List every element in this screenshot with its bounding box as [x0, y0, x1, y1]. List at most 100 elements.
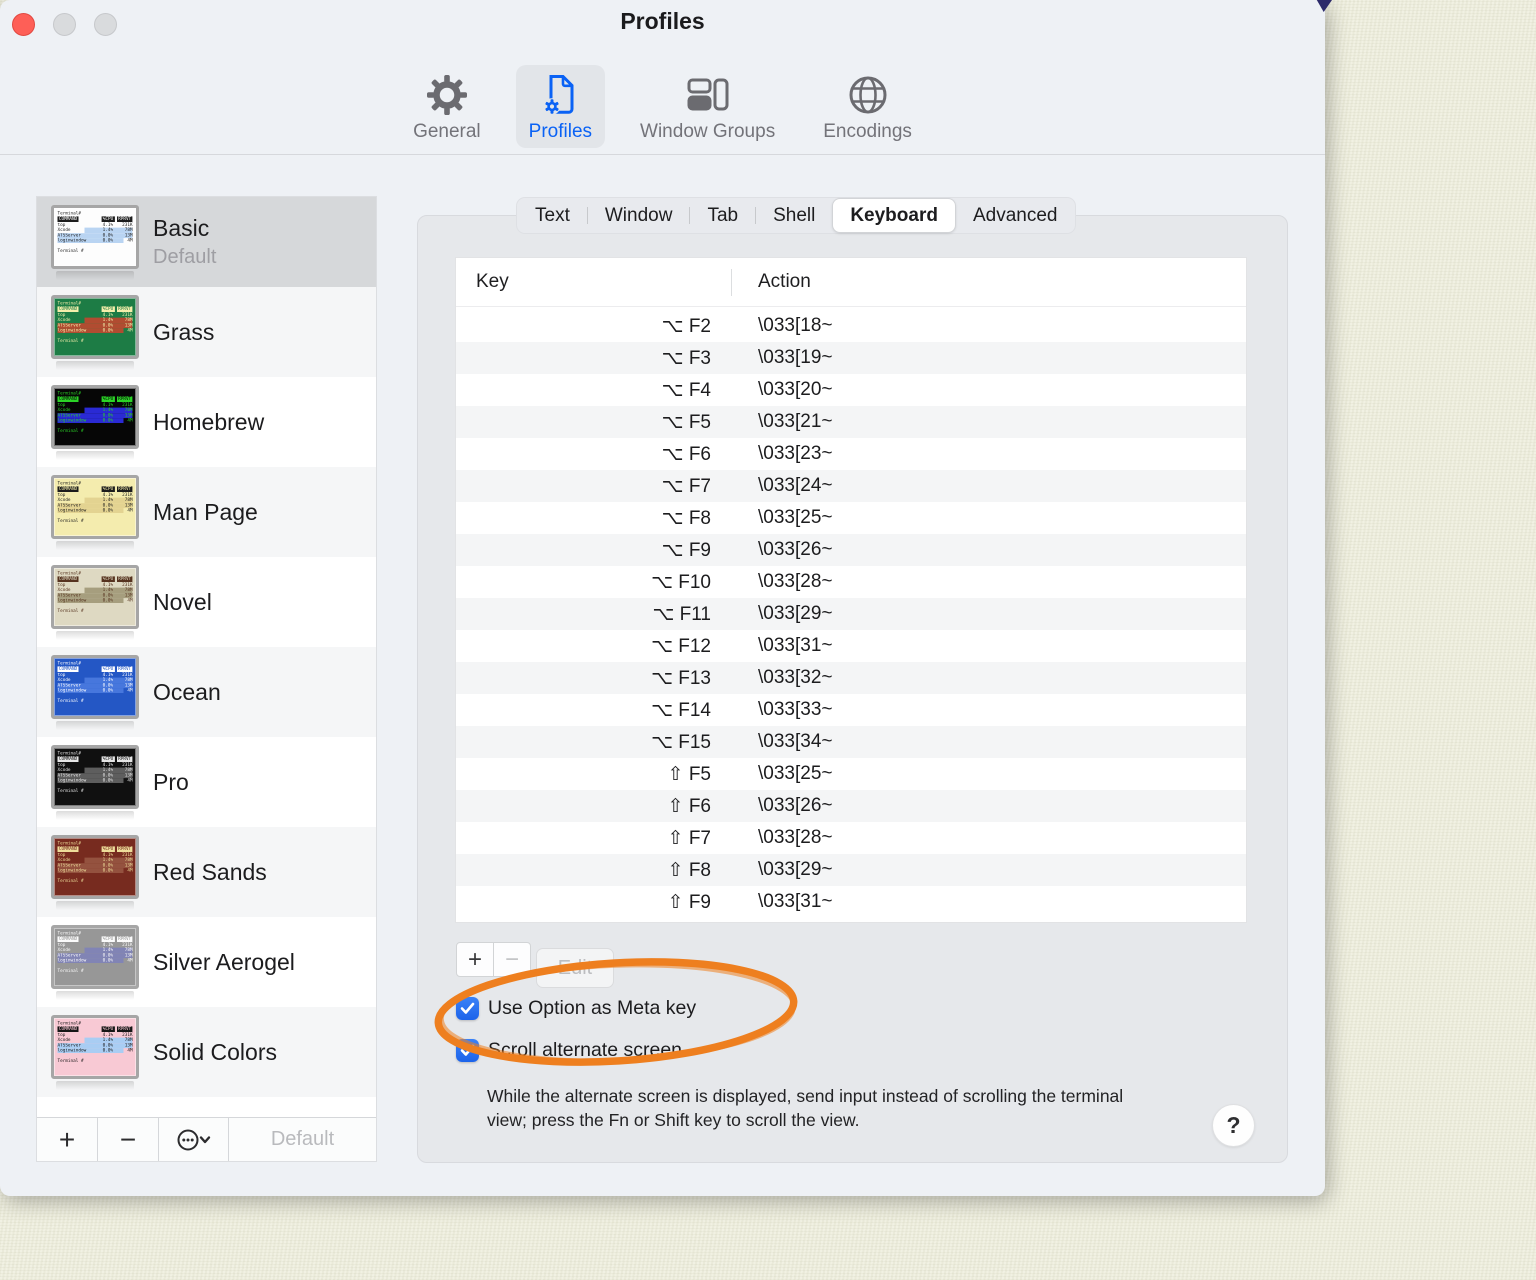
- key-cell: ⇧ F9: [667, 891, 711, 913]
- ellipsis-circle-chevron-icon: [177, 1129, 210, 1150]
- set-default-button[interactable]: Default: [229, 1118, 376, 1161]
- help-button[interactable]: ?: [1213, 1105, 1254, 1146]
- table-row[interactable]: ⇧ F9 \033[31~: [456, 886, 1246, 918]
- use-option-as-meta-checkbox[interactable]: [456, 997, 479, 1020]
- key-cell: ⌥ F10: [651, 571, 711, 593]
- toolbar-item-profiles[interactable]: Profiles: [515, 65, 606, 148]
- table-row[interactable]: ⌥ F2 \033[18~: [456, 310, 1246, 342]
- tab-keyboard[interactable]: Keyboard: [833, 199, 955, 232]
- profile-name: Grass: [153, 318, 215, 345]
- action-cell: \033[26~: [758, 795, 833, 816]
- toolbar-item-window-groups[interactable]: Window Groups: [627, 65, 788, 148]
- profile-thumbnail: Terminal# COMMAND %CPU RPRVT top 4.1% 231K X…: [51, 204, 139, 280]
- profile-list-item[interactable]: Terminal# COMMAND %CPU RPRVT top 4.1% 231K X…: [37, 377, 376, 467]
- action-cell: \033[34~: [758, 731, 833, 752]
- profile-name: Homebrew: [153, 408, 265, 435]
- action-column-header: Action: [758, 271, 811, 292]
- toolbar-item-general[interactable]: General: [400, 65, 494, 148]
- table-row[interactable]: ⌥ F12 \033[31~: [456, 630, 1246, 662]
- profile-name: Red Sands: [153, 858, 267, 885]
- table-row[interactable]: ⇧ F5 \033[25~: [456, 758, 1246, 790]
- table-row[interactable]: ⌥ F4 \033[20~: [456, 374, 1246, 406]
- keyboard-settings-panel: Key Action ⌥ F2 \033[18~ ⌥ F3 \033[19~ ⌥…: [417, 215, 1288, 1163]
- remove-key-button[interactable]: −: [493, 942, 531, 977]
- table-row[interactable]: ⌥ F15 \033[34~: [456, 726, 1246, 758]
- add-key-button[interactable]: +: [456, 942, 494, 977]
- profile-document-icon: [544, 75, 574, 115]
- preferences-toolbar: General Profiles Window Groups Encodings: [0, 65, 1325, 148]
- action-cell: \033[24~: [758, 475, 833, 496]
- key-cell: ⌥ F11: [652, 603, 711, 625]
- use-option-as-meta-row: Use Option as Meta key: [456, 997, 696, 1020]
- tab-window[interactable]: Window: [588, 199, 690, 232]
- action-cell: \033[21~: [758, 411, 833, 432]
- key-cell: ⌥ F2: [661, 315, 711, 337]
- use-option-as-meta-label: Use Option as Meta key: [488, 997, 697, 1019]
- table-row[interactable]: ⌥ F9 \033[26~: [456, 534, 1246, 566]
- action-cell: \033[25~: [758, 507, 833, 528]
- profile-list-item[interactable]: Terminal# COMMAND %CPU RPRVT top 4.1% 231K X…: [37, 827, 376, 917]
- profile-list-item[interactable]: Terminal# COMMAND %CPU RPRVT top 4.1% 231K X…: [37, 737, 376, 827]
- table-row[interactable]: ⌥ F10 \033[28~: [456, 566, 1246, 598]
- profile-thumbnail: Terminal# COMMAND %CPU RPRVT top 4.1% 231K X…: [51, 924, 139, 1000]
- table-row[interactable]: ⌥ F14 \033[33~: [456, 694, 1246, 726]
- action-cell: \033[31~: [758, 891, 833, 912]
- profile-default-badge: Default: [153, 246, 217, 268]
- profile-thumbnail: Terminal# COMMAND %CPU RPRVT top 4.1% 231K X…: [51, 654, 139, 730]
- window-title: Profiles: [620, 8, 705, 34]
- key-cell: ⇧ F7: [667, 827, 711, 849]
- key-cell: ⇧ F8: [667, 859, 711, 881]
- add-profile-button[interactable]: +: [37, 1118, 98, 1161]
- checkmark-icon: [460, 1002, 475, 1014]
- profile-list-item[interactable]: Terminal# COMMAND %CPU RPRVT top 4.1% 231K X…: [37, 1007, 376, 1097]
- profile-thumbnail: Terminal# COMMAND %CPU RPRVT top 4.1% 231K X…: [51, 1014, 139, 1090]
- scroll-alternate-screen-checkbox[interactable]: [456, 1039, 479, 1062]
- more-actions-button[interactable]: [159, 1118, 229, 1161]
- column-divider: [731, 269, 732, 296]
- profile-list-item[interactable]: Terminal# COMMAND %CPU RPRVT top 4.1% 231K X…: [37, 557, 376, 647]
- toolbar-item-encodings[interactable]: Encodings: [810, 65, 925, 148]
- key-cell: ⇧ F6: [667, 795, 711, 817]
- profile-name: Silver Aerogel: [153, 948, 295, 975]
- key-mappings-table: Key Action ⌥ F2 \033[18~ ⌥ F3 \033[19~ ⌥…: [456, 258, 1246, 922]
- action-cell: \033[29~: [758, 603, 833, 624]
- action-cell: \033[28~: [758, 571, 833, 592]
- profile-thumbnail: Terminal# COMMAND %CPU RPRVT top 4.1% 231K X…: [51, 294, 139, 370]
- table-row[interactable]: ⇧ F7 \033[28~: [456, 822, 1246, 854]
- thumbnail-reflection: [56, 810, 134, 820]
- checkmark-icon: [460, 1044, 475, 1056]
- profile-list-item[interactable]: Terminal# COMMAND %CPU RPRVT top 4.1% 231K X…: [37, 467, 376, 557]
- tab-tab[interactable]: Tab: [690, 199, 755, 232]
- key-column-header: Key: [476, 271, 509, 292]
- profile-list-item[interactable]: Terminal# COMMAND %CPU RPRVT top 4.1% 231K X…: [37, 197, 376, 287]
- table-row[interactable]: ⌥ F8 \033[25~: [456, 502, 1246, 534]
- profile-list-item[interactable]: Terminal# COMMAND %CPU RPRVT top 4.1% 231K X…: [37, 647, 376, 737]
- key-cell: ⌥ F8: [661, 507, 711, 529]
- profile-list-item[interactable]: Terminal# COMMAND %CPU RPRVT top 4.1% 231K X…: [37, 287, 376, 377]
- window-groups-icon: [687, 78, 729, 111]
- table-row[interactable]: ⌥ F6 \033[23~: [456, 438, 1246, 470]
- remove-profile-button[interactable]: −: [98, 1118, 159, 1161]
- key-cell: ⌥ F3: [661, 347, 711, 369]
- toolbar-label: General: [413, 121, 481, 142]
- tab-advanced[interactable]: Advanced: [956, 199, 1075, 232]
- thumbnail-reflection: [56, 1080, 134, 1090]
- profile-list-item[interactable]: Terminal# COMMAND %CPU RPRVT top 4.1% 231K X…: [37, 917, 376, 1007]
- table-row[interactable]: ⌥ F3 \033[19~: [456, 342, 1246, 374]
- thumbnail-reflection: [56, 450, 134, 460]
- tab-shell[interactable]: Shell: [756, 199, 832, 232]
- action-cell: \033[20~: [758, 379, 833, 400]
- profile-thumbnail: Terminal# COMMAND %CPU RPRVT top 4.1% 231K X…: [51, 744, 139, 820]
- edit-key-button[interactable]: Edit: [536, 948, 614, 988]
- table-row[interactable]: ⌥ F7 \033[24~: [456, 470, 1246, 502]
- action-cell: \033[28~: [758, 827, 833, 848]
- table-row[interactable]: ⇧ F8 \033[29~: [456, 854, 1246, 886]
- profile-list: Terminal# COMMAND %CPU RPRVT top 4.1% 231K X…: [37, 197, 376, 1117]
- profile-tab-bar: Text Window Tab Shell Keyboard Advanced: [516, 197, 1077, 234]
- table-row[interactable]: ⇧ F6 \033[26~: [456, 790, 1246, 822]
- table-row[interactable]: ⌥ F5 \033[21~: [456, 406, 1246, 438]
- table-row[interactable]: ⌥ F13 \033[32~: [456, 662, 1246, 694]
- table-row[interactable]: ⌥ F11 \033[29~: [456, 598, 1246, 630]
- profile-thumbnail: Terminal# COMMAND %CPU RPRVT top 4.1% 231K X…: [51, 474, 139, 550]
- tab-text[interactable]: Text: [518, 199, 587, 232]
